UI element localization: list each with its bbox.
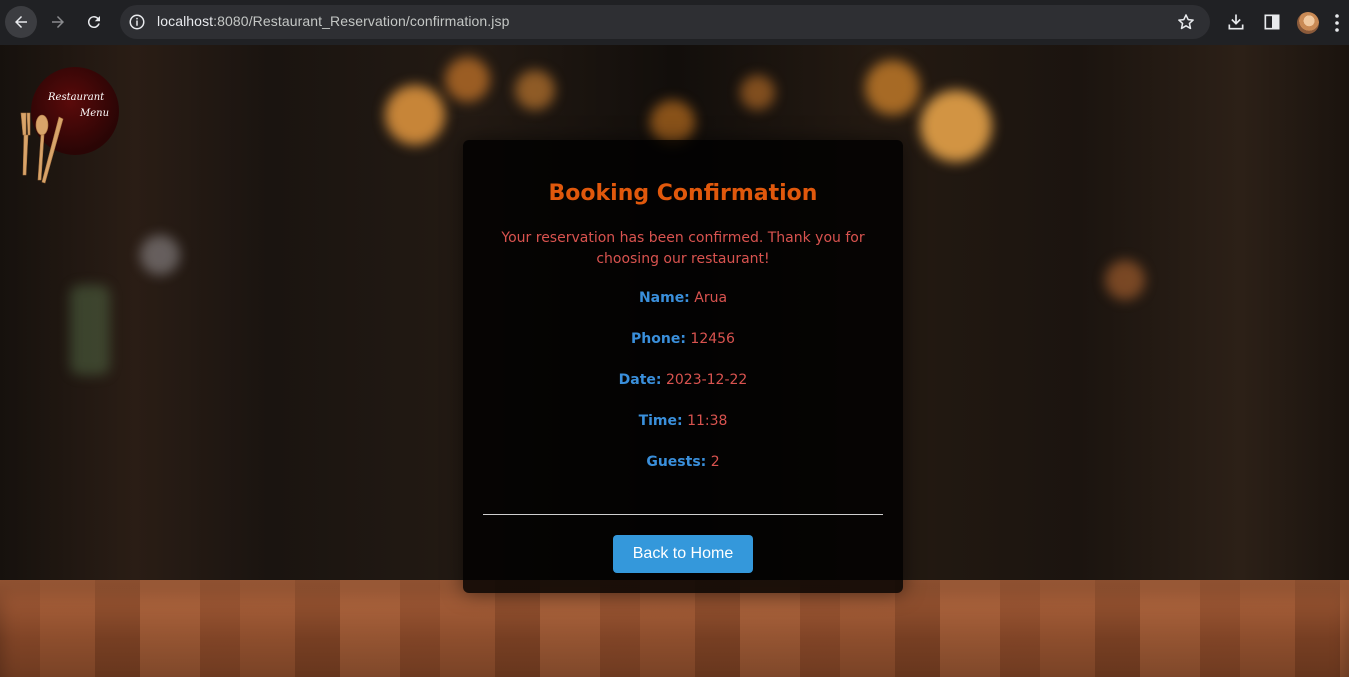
detail-label: Time: <box>638 413 683 429</box>
side-panel-icon[interactable] <box>1262 11 1282 33</box>
bokeh-light <box>650 100 695 145</box>
detail-guests: Guests: 2 <box>463 454 903 470</box>
bokeh-light <box>140 235 180 275</box>
bokeh-light <box>445 57 490 102</box>
detail-value: 2 <box>710 454 720 470</box>
bokeh-light <box>865 60 920 115</box>
browser-toolbar: localhost:8080/Restaurant_Reservation/co… <box>0 0 1349 45</box>
forward-arrow-icon <box>52 16 64 28</box>
bokeh-light <box>70 285 110 375</box>
bokeh-light <box>515 70 555 110</box>
download-icon[interactable] <box>1226 11 1246 33</box>
url-path: :8080/Restaurant_Reservation/confirmatio… <box>213 13 510 29</box>
reload-button[interactable] <box>78 6 110 38</box>
confirmation-message: Your reservation has been confirmed. Tha… <box>501 230 865 267</box>
logo-word-menu: Menu <box>80 108 110 119</box>
detail-label: Phone: <box>631 331 686 347</box>
detail-date: Date: 2023-12-22 <box>463 372 903 388</box>
back-arrow-icon <box>15 16 27 28</box>
bokeh-light <box>740 75 775 110</box>
detail-label: Guests: <box>646 454 707 470</box>
bokeh-light <box>920 90 992 162</box>
detail-value: Arua <box>694 290 728 306</box>
back-button[interactable] <box>5 6 37 38</box>
reload-icon <box>87 16 100 29</box>
wooden-table <box>0 580 1349 677</box>
detail-value: 11:38 <box>687 413 728 429</box>
bookmark-star-icon[interactable] <box>1176 12 1196 32</box>
profile-avatar[interactable] <box>1297 12 1319 34</box>
confirmation-card: Booking Confirmation Your reservation ha… <box>463 140 903 593</box>
detail-value: 2023-12-22 <box>665 372 748 388</box>
detail-label: Date: <box>618 372 662 388</box>
detail-name: Name: Arua <box>463 290 903 306</box>
restaurant-logo[interactable]: Restaurant Menu <box>15 65 125 185</box>
site-info-icon[interactable] <box>128 13 146 31</box>
divider <box>483 514 883 515</box>
logo-word-restaurant: Restaurant <box>48 92 105 103</box>
more-menu-icon[interactable] <box>1334 12 1340 34</box>
url-text: localhost:8080/Restaurant_Reservation/co… <box>157 13 509 29</box>
forward-button[interactable] <box>42 6 74 38</box>
address-bar[interactable]: localhost:8080/Restaurant_Reservation/co… <box>120 5 1210 39</box>
page-title: Booking Confirmation <box>548 181 818 206</box>
bokeh-light <box>1105 260 1145 300</box>
detail-time: Time: 11:38 <box>463 413 903 429</box>
url-host: localhost <box>157 13 214 29</box>
detail-label: Name: <box>638 290 690 306</box>
detail-value: 12456 <box>690 331 735 347</box>
cutlery-icon <box>20 112 64 184</box>
detail-phone: Phone: 12456 <box>463 331 903 347</box>
back-to-home-button[interactable]: Back to Home <box>613 535 753 573</box>
page-background: Restaurant Menu Booking Confirmation You… <box>0 45 1349 677</box>
bokeh-light <box>385 85 445 145</box>
